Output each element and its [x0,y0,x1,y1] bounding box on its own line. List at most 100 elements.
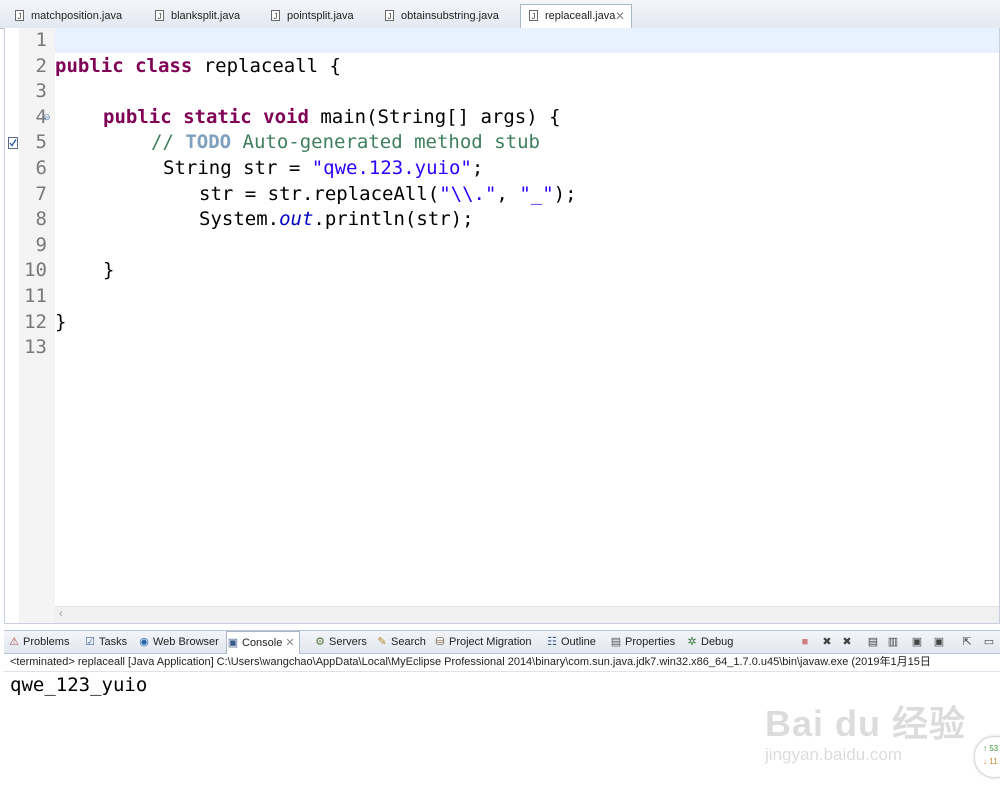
line-number: 7 [35,182,47,205]
tab-console[interactable]: ▣ Console ✕ [226,631,300,654]
line-number: 9 [35,233,47,256]
line-number: 2 [35,54,47,77]
servers-icon: ⚙ [315,636,325,648]
code-area[interactable]: public class replaceall { public static … [55,28,999,608]
tab-label: Debug [701,636,734,648]
watermark-url: jingyan.baidu.com [765,745,903,764]
scroll-left-icon[interactable]: ‹ [59,608,63,620]
properties-icon: ▤ [610,636,622,648]
close-icon[interactable]: ✕ [285,637,294,649]
clear-console-icon[interactable]: ▤ [866,635,880,649]
code-text: str = str.replaceAll( [199,182,440,205]
tab-search[interactable]: ✎ Search [376,631,426,653]
keyword: public static void [103,105,309,128]
display-console-icon[interactable]: ▣ [932,635,946,649]
line-number: 5 [35,131,47,154]
migration-icon: ⛁ [435,636,445,648]
todo-tag: TODO [185,131,232,154]
tab-web-browser[interactable]: ◉ Web Browser [138,631,219,653]
search-icon: ✎ [377,636,387,648]
tab-label: obtainsubstring.java [401,10,499,22]
outline-icon: ☷ [547,636,557,648]
line-number: 1 [35,29,47,51]
console-icon: ▣ [227,637,239,649]
line-number: 3 [35,80,47,103]
tab-label: Search [391,636,426,648]
code-text: ; [471,157,484,179]
watermark-logo: Bai du 经验 [765,703,967,744]
code-line-5: // TODO Auto-generated method stub [151,130,540,155]
java-file-icon: J [155,10,164,21]
tab-label: replaceall.java [545,10,616,22]
console-output: qwe_123_yuio [10,674,148,696]
views-tab-bar: ⚠ Problems ☑ Tasks ◉ Web Browser ▣ Console ✕… [4,630,1000,654]
scroll-lock-icon[interactable]: ▥ [886,635,900,649]
terminate-icon[interactable]: ■ [798,635,812,649]
globe-icon: ◉ [139,636,149,648]
code-line-8: System.out.println(str); [199,207,474,232]
tab-label: Project Migration [449,636,532,648]
comment: // [151,131,186,154]
tab-tasks[interactable]: ☑ Tasks [84,631,127,653]
tab-debug[interactable]: ✲ Debug [686,631,733,653]
tab-label: Console [242,637,283,649]
horizontal-scrollbar[interactable]: ‹ [55,606,999,623]
tab-obtainsubstring[interactable]: J obtainsubstring.java [376,4,516,28]
remove-launch-icon[interactable]: ✖ [820,635,834,649]
code-line-4: public static void main(String[] args) { [103,105,561,130]
tab-label: Properties [625,636,676,648]
code-line-6: String str = "qwe.123.yuio"; [163,156,483,181]
code-line-12: } [55,310,67,333]
minimize-icon[interactable]: ▭ [982,635,996,649]
close-icon[interactable]: ✕ [615,5,625,27]
tab-label: blanksplit.java [171,10,241,22]
comment: Auto-generated method stub [231,131,540,154]
tab-blanksplit[interactable]: J blanksplit.java [146,4,256,28]
console-launch-info: <terminated> replaceall [Java Applicatio… [4,654,1000,672]
tab-label: Web Browser [153,636,219,648]
string-literal: "_" [519,182,554,205]
problems-icon: ⚠ [9,636,19,648]
line-number: 6 [35,157,47,179]
line-number: 10 [24,259,47,282]
open-console-icon[interactable]: ⇱ [960,635,974,649]
tab-matchposition[interactable]: J matchposition.java [6,4,136,28]
code-line-2: public class replaceall { [55,54,341,79]
code-editor[interactable]: 1 2 3 4 5 6 7 8 9 10 11 12 13 ⊖ public c… [4,28,1000,624]
tab-label: pointsplit.java [287,10,354,22]
up-count: ↑ 53 [983,744,999,753]
fold-toggle-icon[interactable]: ⊖ [43,112,51,123]
code-line-10: } [103,259,115,282]
tab-replaceall[interactable]: J replaceall.java ✕ [520,4,632,28]
debug-icon: ✲ [687,636,697,648]
line-number: 11 [24,285,47,307]
code-text: main(String[] args) { [308,105,561,128]
task-marker-icon [8,137,18,149]
code-text: ); [553,182,577,205]
tab-label: matchposition.java [31,10,123,22]
tab-project-migration[interactable]: ⛁ Project Migration [434,631,532,653]
tab-properties[interactable]: ▤ Properties [610,631,675,653]
code-text: String str = [163,157,312,179]
tab-pointsplit[interactable]: J pointsplit.java [262,4,372,28]
code-text: .println(str); [313,208,474,231]
static-field: out [279,208,314,231]
code-text: System. [199,208,280,231]
string-literal: "qwe.123.yuio" [311,157,472,179]
tasks-icon: ☑ [85,636,95,648]
java-file-icon: J [15,10,24,21]
tab-servers[interactable]: ⚙ Servers [314,631,367,653]
line-number: 8 [35,208,47,231]
tab-label: Tasks [99,636,128,648]
code-text: , [496,182,520,205]
remove-all-icon[interactable]: ✖ [840,635,854,649]
pin-console-icon[interactable]: ▣ [910,635,924,649]
current-line-highlight [55,28,999,53]
tab-label: Servers [329,636,367,648]
java-file-icon: J [271,10,280,21]
code-line-7: str = str.replaceAll("\\.", "_"); [199,182,577,207]
tab-outline[interactable]: ☷ Outline [546,631,596,653]
keyword: public class [55,54,193,77]
java-file-icon: J [529,10,538,21]
tab-problems[interactable]: ⚠ Problems [8,631,69,653]
